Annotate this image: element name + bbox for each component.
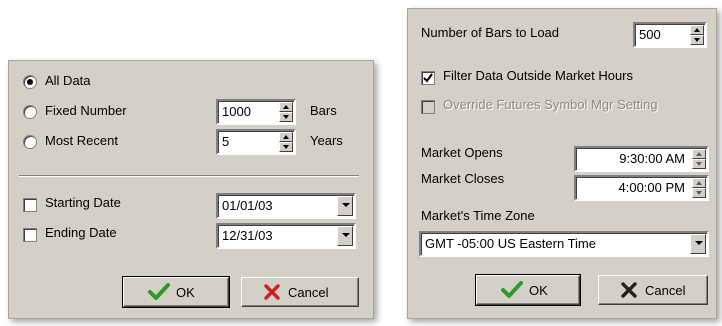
x-icon (621, 282, 637, 298)
spin-up-icon[interactable] (279, 102, 293, 112)
most-recent-spin[interactable] (279, 132, 293, 152)
most-recent-label: Most Recent (45, 133, 118, 148)
ok-label: OK (176, 285, 195, 300)
bars-unit-label: Bars (310, 103, 337, 118)
filter-data-checkbox[interactable] (421, 71, 435, 85)
most-recent-stepper[interactable]: 5 (216, 129, 296, 155)
ok-button[interactable]: OK (475, 274, 581, 306)
time-zone-value: GMT -05:00 US Eastern Time (425, 236, 596, 251)
ending-date-dropdown[interactable]: 12/31/03 (216, 223, 356, 249)
cancel-label: Cancel (288, 285, 329, 300)
bars-to-load-label: Number of Bars to Load (421, 25, 560, 40)
market-closes-stepper[interactable]: 4:00:00 PM (574, 175, 709, 201)
ending-date-checkbox[interactable] (23, 228, 37, 242)
spin-down-icon[interactable] (279, 112, 293, 122)
all-data-label: All Data (45, 73, 91, 88)
spin-down-icon[interactable] (279, 142, 293, 152)
spin-down-icon[interactable] (690, 35, 704, 45)
starting-date-value: 01/01/03 (222, 198, 273, 213)
spin-up-icon[interactable] (279, 132, 293, 142)
check-icon (501, 281, 523, 298)
data-range-dialog: All Data Fixed Number Most Recent 1000 B… (8, 60, 374, 319)
most-recent-radio[interactable] (23, 135, 37, 149)
all-data-radio[interactable] (23, 75, 37, 89)
time-zone-label: Market's Time Zone (421, 208, 535, 223)
fixed-number-label: Fixed Number (45, 103, 127, 118)
checkmark-icon (423, 73, 433, 83)
market-closes-label: Market Closes (421, 171, 505, 186)
market-opens-value: 9:30:00 AM (619, 151, 685, 166)
spin-down-icon[interactable] (692, 188, 706, 198)
bars-to-load-spin[interactable] (690, 25, 704, 45)
time-zone-dropdown[interactable]: GMT -05:00 US Eastern Time (419, 231, 709, 257)
x-icon (264, 284, 280, 300)
override-futures-checkbox (421, 100, 435, 114)
most-recent-value: 5 (222, 134, 230, 149)
market-opens-stepper[interactable]: 9:30:00 AM (574, 146, 709, 172)
market-closes-spin[interactable] (692, 178, 706, 198)
fixed-number-spin[interactable] (279, 102, 293, 122)
filter-data-label: Filter Data Outside Market Hours (443, 68, 634, 83)
spin-up-icon[interactable] (692, 178, 706, 188)
bars-to-load-stepper[interactable]: 500 (633, 22, 707, 48)
starting-date-checkbox[interactable] (23, 198, 37, 212)
fixed-number-radio[interactable] (23, 105, 37, 119)
years-unit-label: Years (310, 133, 343, 148)
cancel-button[interactable]: Cancel (598, 275, 708, 305)
cancel-label: Cancel (645, 283, 686, 298)
chevron-down-icon[interactable] (690, 234, 706, 254)
override-futures-label: Override Futures Symbol Mgr Setting (443, 97, 658, 112)
chevron-down-icon[interactable] (337, 196, 353, 216)
fixed-number-stepper[interactable]: 1000 (216, 99, 296, 125)
spin-up-icon[interactable] (690, 25, 704, 35)
ending-date-label: Ending Date (45, 225, 117, 240)
market-opens-spin[interactable] (692, 149, 706, 169)
starting-date-dropdown[interactable]: 01/01/03 (216, 193, 356, 219)
market-settings-dialog: Number of Bars to Load 500 Filter Data O… (407, 8, 717, 319)
fixed-number-value: 1000 (222, 104, 251, 119)
spin-up-icon[interactable] (692, 149, 706, 159)
ok-label: OK (529, 283, 548, 298)
separator (19, 175, 359, 177)
starting-date-label: Starting Date (45, 195, 121, 210)
check-icon (148, 283, 170, 300)
market-opens-label: Market Opens (421, 145, 503, 160)
ending-date-value: 12/31/03 (222, 228, 273, 243)
chevron-down-icon[interactable] (337, 226, 353, 246)
spin-down-icon[interactable] (692, 159, 706, 169)
ok-button[interactable]: OK (122, 276, 230, 308)
market-closes-value: 4:00:00 PM (618, 180, 686, 195)
cancel-button[interactable]: Cancel (241, 277, 359, 307)
bars-to-load-value: 500 (639, 27, 661, 42)
